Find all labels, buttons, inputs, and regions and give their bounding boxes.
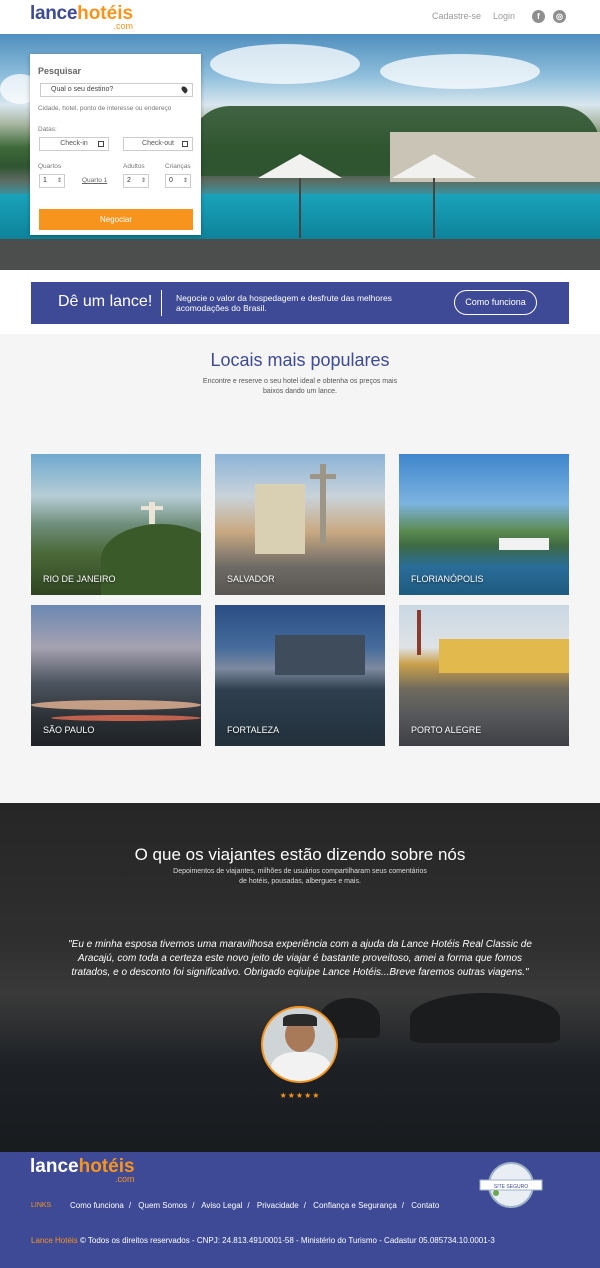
copyright-text: © Todos os direitos reservados - CNPJ: 2…: [79, 1236, 495, 1245]
links-label: LINKS: [31, 1202, 52, 1209]
room-1-link[interactable]: Quarto 1: [82, 177, 107, 184]
search-panel: Pesquisar Qual o seu destino? Cidade, ho…: [30, 54, 201, 235]
negotiate-button[interactable]: Negociar: [39, 209, 193, 230]
hero-umbrella-pole: [299, 178, 301, 238]
city-card-rio[interactable]: RIO DE JANEIRO: [31, 454, 201, 595]
hero-cloud: [210, 44, 360, 84]
children-value: 0: [169, 177, 173, 184]
checkout-input[interactable]: Check-out: [123, 137, 193, 151]
boat: [499, 538, 549, 550]
calendar-icon: [98, 141, 104, 147]
footer-link-contato[interactable]: Contato: [411, 1201, 439, 1210]
rock-silhouette: [410, 993, 560, 1043]
logo-text-lance: lance: [30, 1156, 79, 1177]
adults-label: Adultos: [123, 163, 145, 170]
logo-text-lance: lance: [30, 3, 78, 24]
popular-section: Locais mais populares Encontre e reserve…: [0, 334, 600, 803]
destination-input[interactable]: Qual o seu destino?: [40, 83, 193, 97]
light-trails: [31, 700, 201, 710]
footer-link-quem-somos[interactable]: Quem Somos: [138, 1201, 187, 1210]
testimonials-title: O que os viajantes estão dizendo sobre n…: [134, 845, 466, 864]
footer-logo[interactable]: lancehotéis .com: [30, 1156, 135, 1184]
banner-text: Negocie o valor da hospedagem e desfrute…: [176, 293, 392, 313]
calendar-icon: [182, 141, 188, 147]
seal-text: SITE SEGURO: [494, 1184, 528, 1190]
city-label: SÃO PAULO: [43, 725, 95, 735]
city-label: FORTALEZA: [227, 725, 280, 735]
city-label: PORTO ALEGRE: [411, 725, 482, 735]
stepper-arrows-icon: ⇕: [56, 178, 62, 184]
stepper-arrows-icon: ⇕: [182, 178, 188, 184]
banner-divider: [161, 290, 162, 316]
how-it-works-button[interactable]: Como funciona: [454, 290, 537, 315]
hero-umbrella-pole: [433, 178, 435, 238]
hero-deck: [0, 239, 600, 270]
signup-link[interactable]: Cadastre-se: [432, 11, 481, 21]
city-card-florianopolis[interactable]: FLORIANÓPOLIS: [399, 454, 569, 595]
city-label: FLORIANÓPOLIS: [411, 574, 484, 584]
secure-site-seal-icon: SITE SEGURO: [479, 1162, 543, 1208]
logo-text-com: .com: [115, 1174, 135, 1184]
light-trails: [51, 715, 201, 721]
city-card-sao-paulo[interactable]: SÃO PAULO: [31, 605, 201, 746]
bid-banner: Dê um lance! Negocie o valor da hospedag…: [31, 282, 569, 324]
hero-umbrella: [258, 154, 342, 178]
popular-title: Locais mais populares: [210, 350, 390, 370]
crane: [417, 610, 421, 655]
hero-cloud: [380, 54, 540, 89]
hero-umbrella: [392, 154, 476, 178]
checkout-placeholder: Check-out: [142, 140, 174, 147]
footer-link-privacidade[interactable]: Privacidade: [257, 1201, 299, 1210]
checkin-input[interactable]: Check-in: [39, 137, 109, 151]
footer-link-confianca[interactable]: Confiança e Segurança: [313, 1201, 397, 1210]
city-card-porto-alegre[interactable]: PORTO ALEGRE: [399, 605, 569, 746]
avatar-shirt: [271, 1052, 331, 1081]
cross-monument-arm: [310, 474, 336, 479]
skyline: [275, 635, 365, 675]
dates-label: Datas:: [38, 126, 57, 133]
search-title: Pesquisar: [38, 66, 82, 76]
testimonial-quote: "Eu e minha esposa tivemos uma maravilho…: [68, 939, 532, 978]
checkin-placeholder: Check-in: [60, 140, 88, 147]
destination-hint: Cidade, hotel, ponto de interesse ou end…: [38, 105, 172, 112]
children-label: Crianças: [165, 163, 191, 170]
popular-subtitle: Encontre e reserve o seu hotel ideal e o…: [202, 378, 398, 395]
logo-text-com: .com: [113, 21, 134, 31]
adults-value: 2: [127, 177, 131, 184]
christ-statue-arms: [141, 506, 163, 510]
reviewer-avatar: [261, 1006, 338, 1083]
city-card-fortaleza[interactable]: FORTALEZA: [215, 605, 385, 746]
footer-nav: Como funciona / Quem Somos / Aviso Legal / …: [70, 1201, 440, 1210]
facebook-icon[interactable]: f: [532, 10, 545, 23]
testimonials-section: O que os viajantes estão dizendo sobre n…: [0, 803, 600, 1152]
copyright: Lance Hotéis © Todos os direitos reserva…: [31, 1236, 495, 1245]
avatar-cap: [283, 1014, 317, 1026]
banner-title: Dê um lance!: [58, 293, 153, 310]
site-logo[interactable]: lancehotéis .com: [30, 3, 133, 31]
footer-link-como-funciona[interactable]: Como funciona: [70, 1201, 124, 1210]
login-link[interactable]: Login: [493, 11, 515, 21]
copyright-brand: Lance Hotéis: [31, 1236, 78, 1245]
mountain: [101, 524, 201, 595]
rating-stars: ★★★★★: [279, 1091, 321, 1100]
adults-select[interactable]: 2 ⇕: [123, 174, 149, 188]
destination-placeholder: Qual o seu destino?: [51, 86, 114, 93]
site-footer: lancehotéis .com SITE SEGURO LINKS Como …: [0, 1152, 600, 1268]
footer-link-aviso-legal[interactable]: Aviso Legal: [201, 1201, 242, 1210]
church-building: [255, 484, 305, 554]
location-pin-icon: [180, 85, 189, 94]
city-label: RIO DE JANEIRO: [43, 574, 116, 584]
stepper-arrows-icon: ⇕: [140, 178, 146, 184]
rooms-select[interactable]: 1 ⇕: [39, 174, 65, 188]
instagram-icon[interactable]: ◎: [553, 10, 566, 23]
rooms-value: 1: [43, 177, 47, 184]
children-select[interactable]: 0 ⇕: [165, 174, 191, 188]
testimonials-subtitle: Depoimentos de viajantes, milhões de usu…: [173, 868, 427, 885]
city-label: SALVADOR: [227, 574, 275, 584]
city-card-salvador[interactable]: SALVADOR: [215, 454, 385, 595]
warehouse-building: [439, 639, 569, 673]
site-header: lancehotéis .com Cadastre-se Login f ◎: [0, 0, 600, 34]
rooms-label: Quartos: [38, 163, 62, 170]
